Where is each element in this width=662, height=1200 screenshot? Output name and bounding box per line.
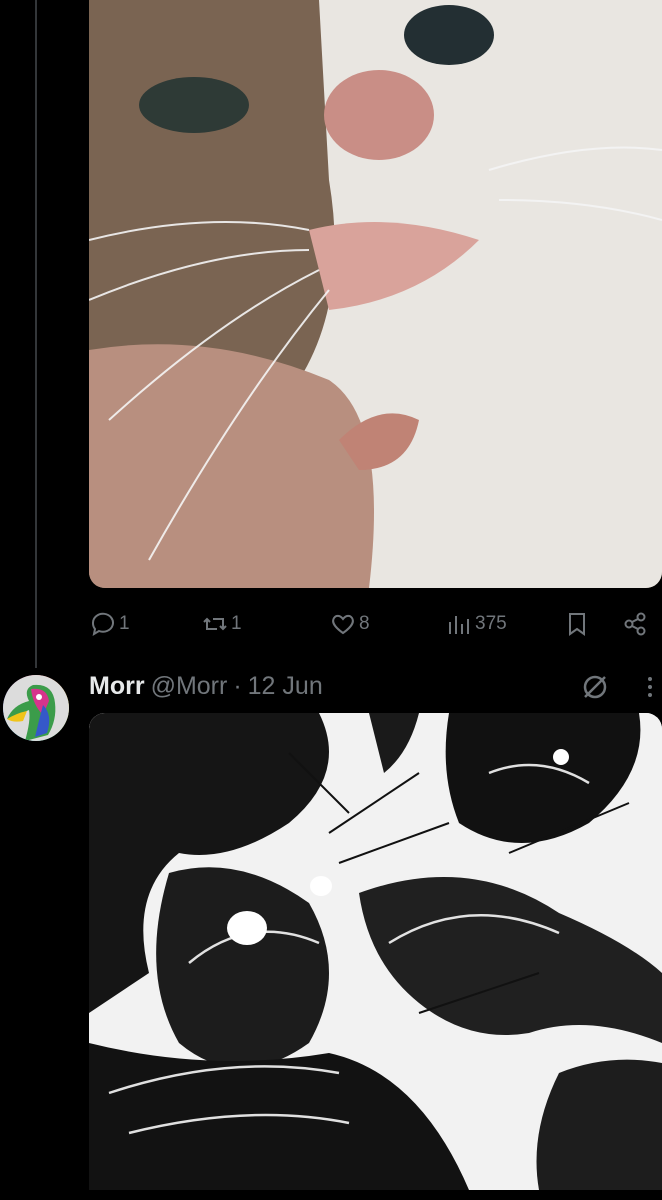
post-header: Morr @Morr · 12 Jun — [89, 666, 323, 706]
share-icon — [624, 612, 646, 636]
repost-count: 1 — [231, 613, 242, 634]
author-handle[interactable]: @Morr — [151, 672, 228, 701]
author-name[interactable]: Morr — [89, 672, 145, 701]
separator-dot: · — [233, 671, 242, 700]
like-count: 8 — [359, 613, 370, 634]
views-button[interactable]: 375 — [445, 604, 507, 644]
avatar[interactable] — [3, 675, 69, 741]
more-options-button[interactable] — [640, 672, 660, 702]
thread-line — [35, 0, 37, 668]
repost-button[interactable]: 1 — [201, 604, 242, 644]
grok-button[interactable] — [580, 672, 610, 702]
share-button[interactable] — [621, 604, 649, 644]
bookmark-icon — [569, 613, 585, 636]
bookmark-button[interactable] — [563, 604, 591, 644]
grok-icon — [583, 675, 607, 699]
reply-icon — [91, 612, 114, 637]
post-date[interactable]: 12 Jun — [248, 672, 323, 701]
views-count: 375 — [475, 613, 507, 634]
like-button[interactable]: 8 — [329, 604, 370, 644]
views-icon — [449, 616, 469, 634]
post-image-cat[interactable] — [89, 0, 662, 588]
more-dot-icon — [648, 677, 652, 681]
reply-count: 1 — [119, 613, 130, 634]
heart-icon — [332, 614, 354, 635]
reply-button[interactable]: 1 — [89, 604, 130, 644]
more-dot-icon — [648, 693, 652, 697]
duck-avatar-icon — [3, 675, 69, 741]
more-dot-icon — [648, 685, 652, 689]
post-image-drawing[interactable] — [89, 713, 662, 1190]
ink-drawing-illustration — [89, 713, 662, 1190]
repost-icon — [203, 617, 227, 631]
cat-photo-illustration — [89, 0, 662, 588]
post-actions: 1 1 8 375 — [89, 604, 662, 644]
